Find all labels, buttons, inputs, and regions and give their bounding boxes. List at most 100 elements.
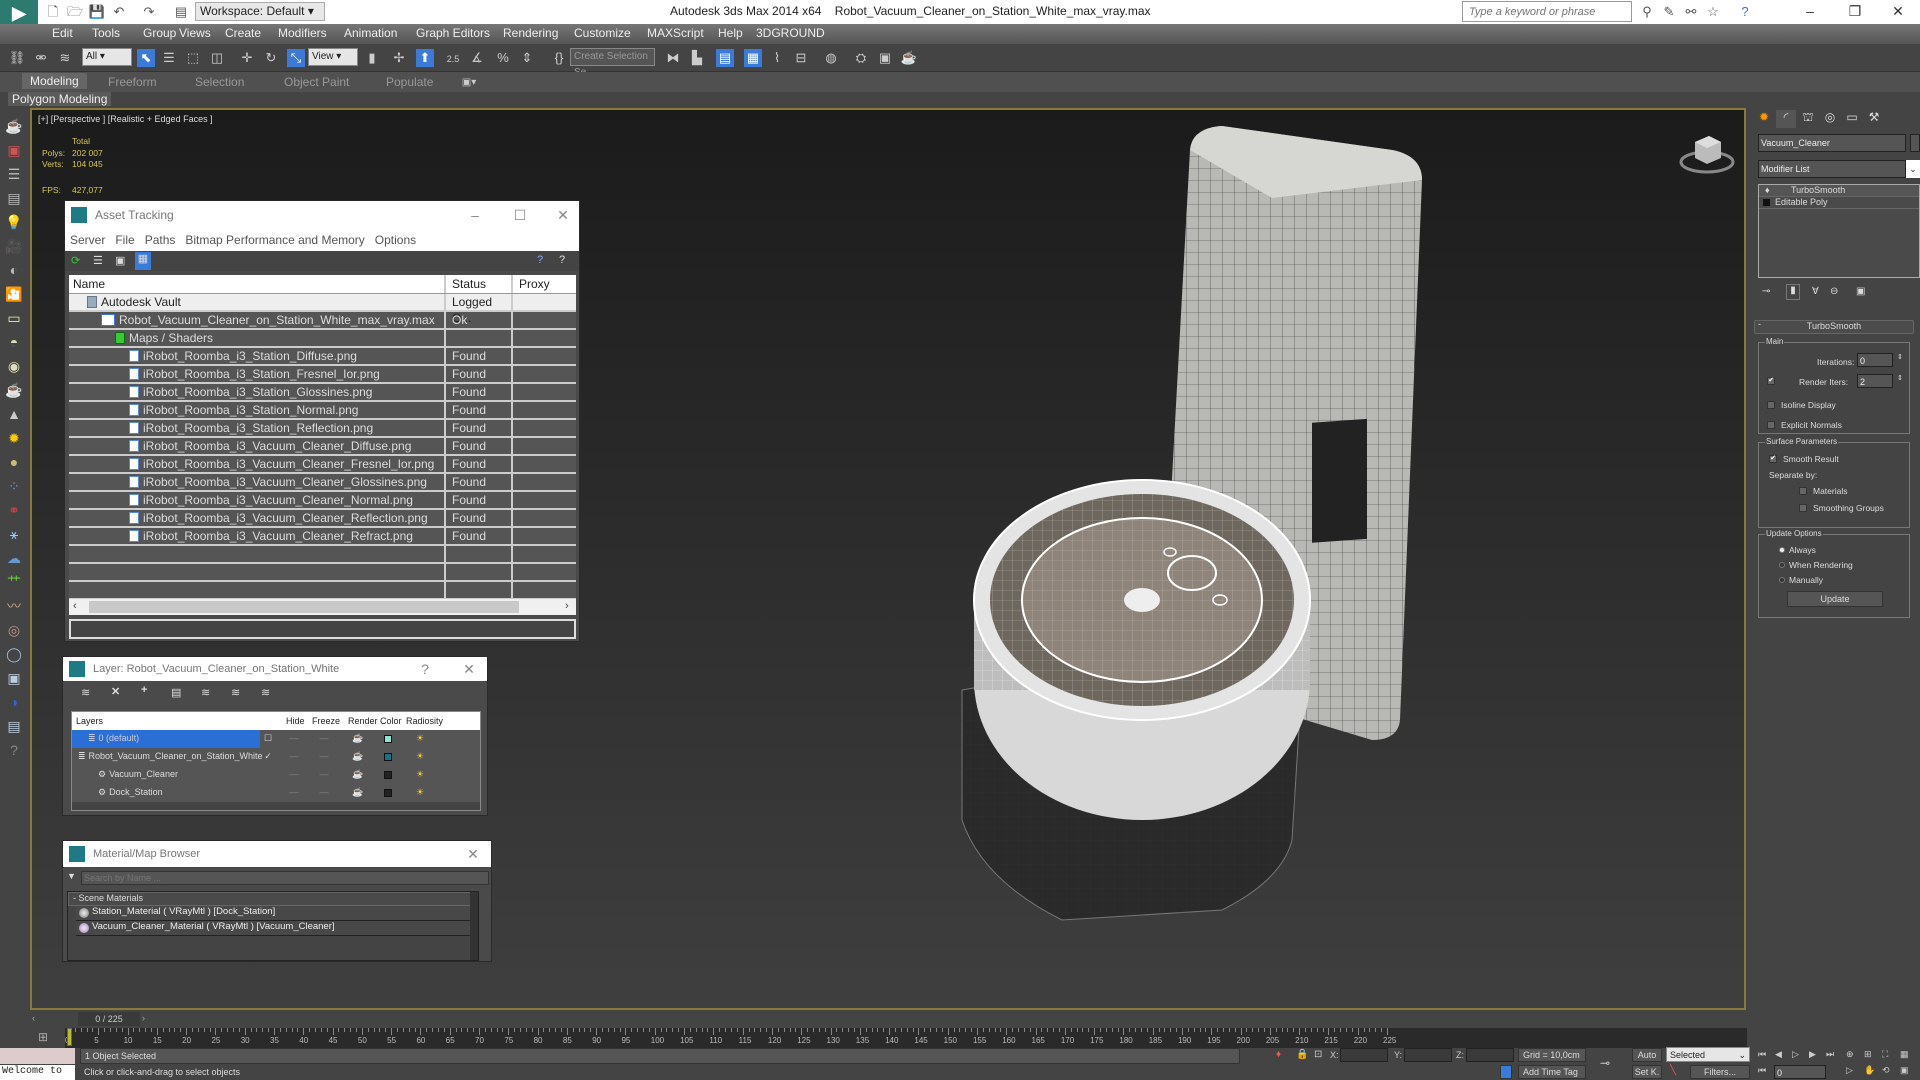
current-layer-box-icon[interactable]: ☐ — [260, 733, 276, 744]
fur-icon[interactable]: ◎ — [4, 620, 24, 640]
object-name-field[interactable]: Vacuum_Cleaner — [1758, 134, 1906, 152]
time-tag-icon[interactable] — [1500, 1065, 1512, 1079]
asset-menu-server[interactable]: Server — [70, 233, 105, 247]
menu-create[interactable]: Create — [225, 26, 261, 40]
ribbon-options-icon[interactable]: ▣▾ — [460, 74, 478, 92]
asset-tracking-titlebar[interactable]: Asset Tracking – ☐ ✕ — [65, 201, 579, 229]
vertical-scrollbar[interactable] — [470, 892, 478, 960]
close-button[interactable]: ✕ — [553, 201, 573, 229]
asset-row[interactable]: Maps / Shaders — [69, 330, 576, 348]
render-teapot-icon[interactable]: ☕ — [344, 733, 372, 744]
ribbon-tab-selection[interactable]: Selection — [195, 75, 244, 89]
workspace-dropdown[interactable]: Workspace: Default ▾ — [195, 2, 325, 21]
materials-checkbox[interactable] — [1799, 487, 1807, 495]
maximize-viewport-icon[interactable]: ▣ — [1900, 1065, 1909, 1076]
render-teapot-icon[interactable]: ☕ — [900, 49, 918, 67]
browser-options-icon[interactable]: ▼ — [67, 871, 76, 881]
column-radiosity[interactable]: Radiosity — [406, 716, 443, 726]
hierarchy-tab-icon[interactable]: ⛫ — [1798, 110, 1818, 128]
asset-row[interactable]: Autodesk Vault Logged O... — [69, 294, 576, 325]
always-radio[interactable]: Always — [1779, 545, 1816, 555]
asset-row[interactable]: iRobot_Roomba_i3_Station_Glossines.png Fo… — [69, 384, 576, 402]
z-coordinate-field[interactable] — [1466, 1048, 1514, 1062]
key-filter-dropdown[interactable]: Selected ⌄ — [1666, 1047, 1750, 1062]
properties-icon[interactable]: ▤ — [4, 716, 24, 736]
layer-color-swatch[interactable] — [384, 771, 392, 779]
undo-icon[interactable]: ↶ — [110, 3, 128, 21]
scroll-left-icon[interactable]: ‹ — [73, 600, 77, 612]
make-unique-icon[interactable]: ∀ — [1812, 286, 1819, 297]
radiosity-sun-icon[interactable]: ☀ — [406, 733, 434, 744]
mini-curve-editor-icon[interactable]: ⊞ — [38, 1030, 48, 1044]
select-by-name-icon[interactable]: ☰ — [160, 49, 178, 67]
redo-icon[interactable]: ↷ — [140, 3, 158, 21]
keyword-search-input[interactable] — [1462, 1, 1632, 22]
spinner-snap-icon[interactable]: ⇕ — [518, 49, 536, 67]
hair-icon[interactable]: 〰 — [4, 596, 24, 616]
help-button[interactable]: ? — [415, 657, 435, 681]
video-camera-icon[interactable]: 🎦 — [4, 284, 24, 304]
save-icon[interactable]: 💾 — [88, 3, 106, 21]
menu-views[interactable]: Views — [179, 26, 211, 40]
layer-explorer-icon[interactable]: ▤ — [716, 49, 734, 67]
pan-icon[interactable]: ✋ — [1864, 1065, 1875, 1076]
current-frame-field[interactable]: 0 — [1774, 1065, 1826, 1079]
viewport-label[interactable]: [+] [Perspective ] [Realistic + Edged Fa… — [38, 114, 213, 124]
spotlight-icon[interactable]: ◐ — [4, 260, 24, 280]
render-setup-icon[interactable]: ⛭ — [852, 49, 870, 67]
highlight-layer-icon[interactable]: ≋ — [201, 686, 210, 699]
refresh-icon[interactable]: ⟳ — [71, 254, 80, 267]
close-button[interactable]: ✕ — [1878, 0, 1918, 24]
open-file-icon[interactable]: 🗁 — [66, 3, 84, 21]
scale-icon[interactable]: ⤡ — [287, 49, 305, 67]
freeze-toggle[interactable]: — — [310, 769, 338, 779]
render-frame-icon[interactable]: ▣ — [4, 140, 24, 160]
close-button[interactable]: ✕ — [459, 657, 479, 681]
move-icon[interactable]: ✛ — [238, 49, 256, 67]
favorites-star-icon[interactable]: ☆ — [1704, 3, 1722, 21]
freeze-toggle[interactable]: — — [310, 733, 338, 743]
iterations-field[interactable]: 0 — [1857, 353, 1893, 367]
asset-row[interactable]: iRobot_Roomba_i3_Vacuum_Cleaner_Normal.p… — [69, 492, 576, 510]
ribbon-tab-populate[interactable]: Populate — [386, 75, 433, 89]
hide-toggle[interactable]: — — [280, 733, 308, 743]
scroll-right-icon[interactable]: › — [565, 600, 569, 612]
asset-row[interactable]: Robot_Vacuum_Cleaner_on_Station_White_ma… — [69, 312, 576, 330]
table-view-icon[interactable]: ▦ — [135, 252, 151, 270]
select-object-icon[interactable]: ⬉ — [137, 49, 155, 67]
time-slider[interactable]: 0 / 225 — [78, 1012, 140, 1026]
add-time-tag-button[interactable]: Add Time Tag — [1518, 1065, 1586, 1079]
column-freeze[interactable]: Freeze — [312, 716, 340, 726]
time-prev-icon[interactable]: ‹ — [32, 1013, 35, 1023]
key-icon[interactable]: ✎ — [1660, 3, 1678, 21]
sphere-icon[interactable]: ● — [4, 452, 24, 472]
key-mode-toggle-icon[interactable]: ⏮ — [1758, 1065, 1766, 1076]
grass-icon[interactable]: ⺾ — [4, 572, 24, 592]
freeze-all-layers-icon[interactable]: ≋ — [261, 686, 270, 699]
render-teapot-icon[interactable]: ☕ — [344, 769, 372, 780]
render-iters-spinner[interactable]: ⇕ — [1897, 374, 1903, 382]
menu-customize[interactable]: Customize — [574, 26, 631, 40]
menu-edit[interactable]: Edit — [52, 26, 73, 40]
scrollbar-thumb[interactable] — [89, 601, 519, 613]
turbosmooth-rollout-header[interactable]: - TurboSmooth — [1754, 319, 1914, 334]
manually-radio[interactable]: Manually — [1779, 575, 1823, 585]
polygon-modeling-panel[interactable]: Polygon Modeling — [8, 92, 112, 106]
maximize-button[interactable]: ☐ — [510, 201, 530, 229]
light-icon[interactable]: 💡 — [4, 212, 24, 232]
keyboard-shortcut-toggle-icon[interactable]: ⬆ — [416, 49, 434, 67]
orbit-icon[interactable]: ⟲ — [1882, 1065, 1890, 1076]
project-folder-icon[interactable]: ▤ — [172, 3, 190, 21]
track-bar[interactable]: 0510152025303540455055606570758085909510… — [65, 1028, 1747, 1048]
column-name[interactable]: Name — [69, 275, 446, 293]
select-manipulate-icon[interactable]: ✢ — [390, 49, 408, 67]
hide-toggle[interactable]: — — [280, 787, 308, 797]
column-render[interactable]: Render — [348, 716, 378, 726]
context-help-icon[interactable]: ? — [559, 254, 565, 266]
schematic-view-icon[interactable]: ⊟ — [792, 49, 810, 67]
minimize-button[interactable]: – — [465, 201, 485, 229]
sun-icon[interactable]: ✹ — [4, 428, 24, 448]
close-button[interactable]: ✕ — [463, 841, 483, 867]
auto-key-button[interactable]: Auto — [1632, 1048, 1662, 1062]
layer-name[interactable]: ≣ 0 (default) — [72, 730, 260, 748]
